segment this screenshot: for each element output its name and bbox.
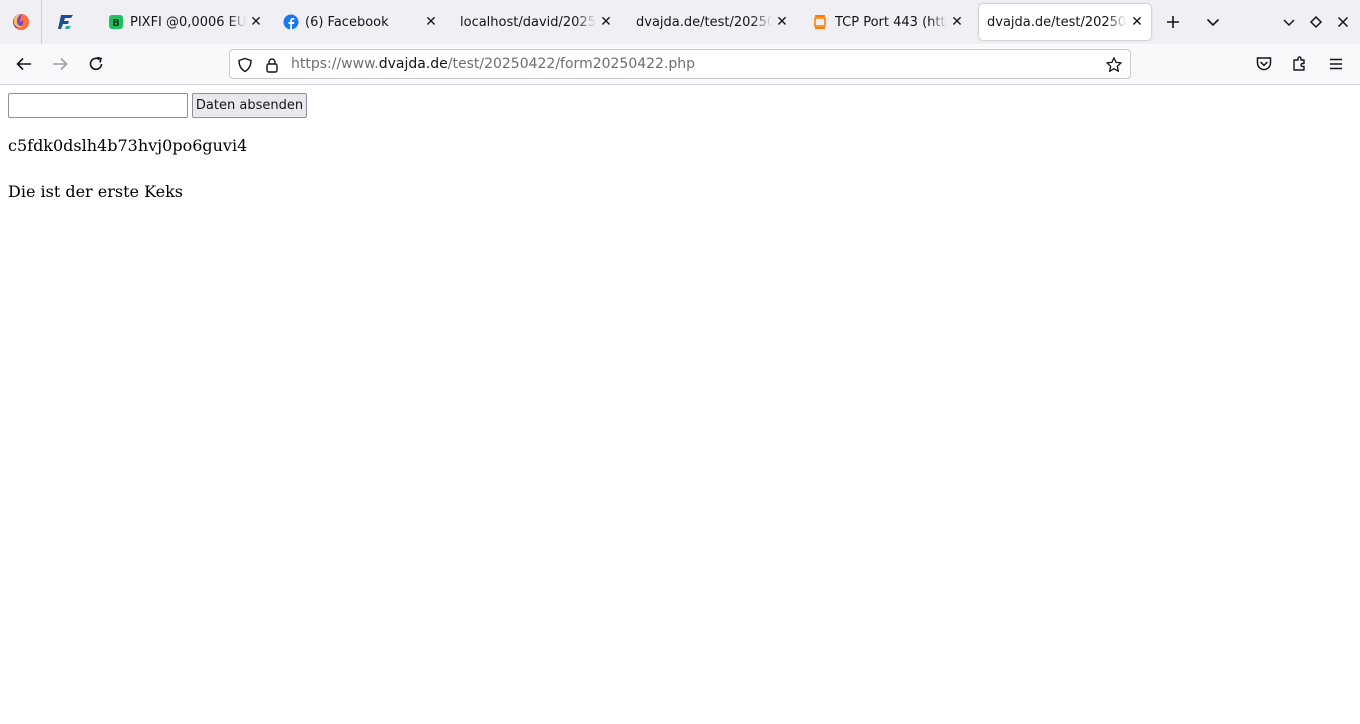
- chevron-down-icon: [1206, 18, 1220, 27]
- tab-localhost[interactable]: localhost/david/20250422 ✕: [452, 4, 620, 40]
- text-input-field[interactable]: [8, 93, 188, 118]
- close-tab-icon[interactable]: ✕: [598, 14, 614, 30]
- cookie-message-text: Die ist der erste Keks: [8, 182, 183, 201]
- extensions-button[interactable]: [1284, 48, 1316, 80]
- new-tab-button[interactable]: [1157, 6, 1189, 38]
- close-tab-icon[interactable]: ✕: [1129, 14, 1145, 30]
- session-id-text: c5fdk0dslh4b73hvj0po6guvi4: [8, 136, 248, 155]
- close-tab-icon[interactable]: ✕: [774, 14, 790, 30]
- shield-icon[interactable]: [236, 56, 254, 74]
- tab-tcp-port[interactable]: TCP Port 443 (https) ✕: [803, 4, 971, 40]
- tab-title: localhost/david/20250422: [460, 14, 596, 30]
- maximize-diamond-icon: [1309, 15, 1323, 29]
- pinned-site-icon: [58, 15, 73, 29]
- close-tab-icon[interactable]: ✕: [949, 14, 965, 30]
- pocket-button[interactable]: [1248, 48, 1280, 80]
- tab-strip: B PIXFI @0,0006 EUR ✕ (6) Facebook ✕ loc…: [0, 0, 1360, 44]
- tab-facebook[interactable]: (6) Facebook ✕: [277, 4, 445, 40]
- hamburger-menu-icon: [1330, 58, 1342, 70]
- arrow-right-icon: [53, 57, 68, 71]
- navigation-toolbar: https://www.dvajda.de/test/20250422/form…: [0, 44, 1360, 85]
- submit-button[interactable]: Daten absenden: [192, 93, 307, 118]
- lock-icon[interactable]: [263, 56, 281, 74]
- page-content: Daten absenden c5fdk0dslh4b73hvj0po6guvi…: [0, 85, 1360, 724]
- facebook-icon: [283, 14, 299, 30]
- green-b-icon: B: [108, 14, 124, 30]
- tab-title: PIXFI @0,0006 EUR: [130, 14, 246, 30]
- forward-button[interactable]: [44, 48, 76, 80]
- url-prefix: https://www.: [291, 56, 379, 72]
- pinned-tab[interactable]: [46, 0, 86, 44]
- tab-title: (6) Facebook: [305, 14, 389, 30]
- url-host: dvajda.de: [378, 56, 448, 72]
- tab-title: dvajda.de/test/20250422: [987, 14, 1127, 30]
- bookmark-star-icon[interactable]: [1105, 56, 1123, 74]
- reload-icon: [89, 56, 103, 71]
- firefox-icon: [12, 14, 29, 30]
- tab-pixfi[interactable]: B PIXFI @0,0006 EUR ✕: [102, 4, 270, 40]
- list-all-tabs-button[interactable]: [1197, 6, 1229, 38]
- pocket-icon: [1256, 57, 1272, 71]
- back-button[interactable]: [8, 48, 40, 80]
- plus-icon: [1167, 16, 1179, 28]
- svg-text:B: B: [112, 18, 120, 29]
- tab-title: dvajda.de/test/20250422: [636, 14, 772, 30]
- address-bar[interactable]: https://www.dvajda.de/test/20250422/form…: [229, 49, 1131, 79]
- url-text[interactable]: https://www.dvajda.de/test/20250422/form…: [291, 56, 695, 72]
- close-window-button[interactable]: [1327, 6, 1359, 38]
- tab-title: TCP Port 443 (https): [835, 14, 947, 30]
- reload-button[interactable]: [80, 48, 112, 80]
- tab-dvajda[interactable]: dvajda.de/test/20250422 ✕: [628, 4, 796, 40]
- arrow-left-icon: [16, 57, 31, 71]
- orange-bar-icon: [813, 14, 829, 30]
- tab-dvajda-active[interactable]: dvajda.de/test/20250422 ✕: [979, 4, 1151, 40]
- firefox-view-button[interactable]: [0, 0, 42, 44]
- close-tab-icon[interactable]: ✕: [423, 14, 439, 30]
- puzzle-icon: [1293, 56, 1305, 71]
- url-path: /test/20250422/form20250422.php: [447, 56, 696, 72]
- close-icon: [1337, 16, 1349, 28]
- app-menu-button[interactable]: [1320, 48, 1352, 80]
- close-tab-icon[interactable]: ✕: [248, 14, 264, 30]
- minimize-chevron-icon: [1283, 19, 1295, 27]
